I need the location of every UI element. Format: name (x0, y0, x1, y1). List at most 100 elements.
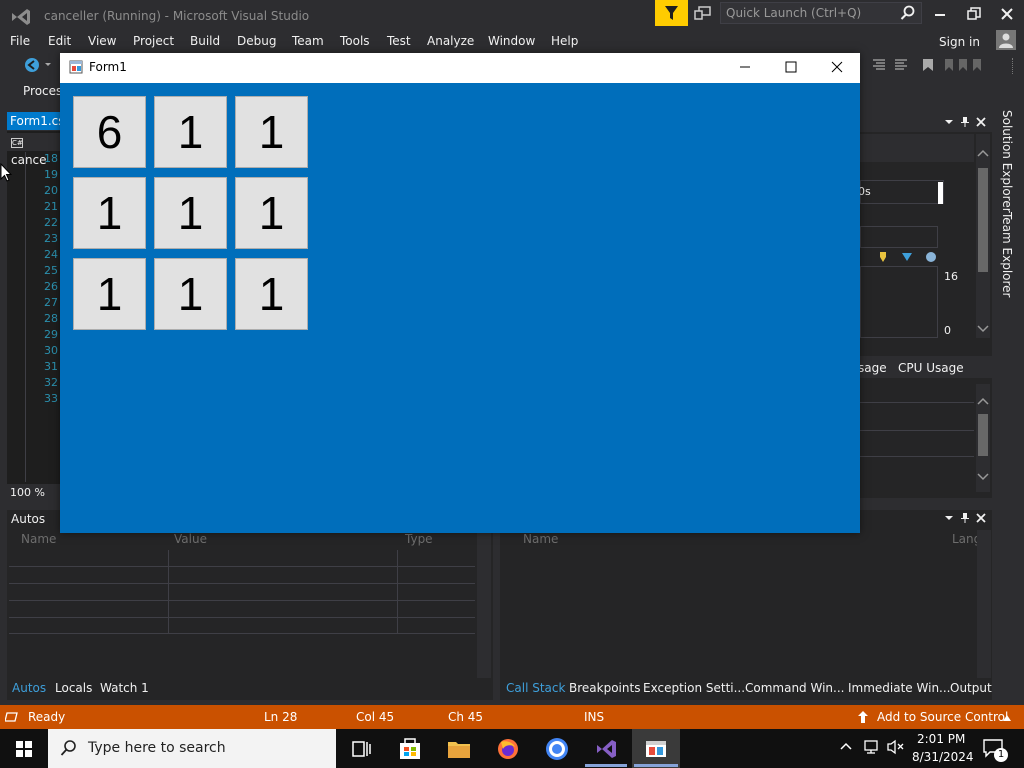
restore-icon[interactable] (966, 6, 982, 22)
type-navigation-dropdown[interactable]: C# cance (7, 133, 61, 167)
back-navigation-icon[interactable] (24, 57, 40, 73)
minimize-icon[interactable] (932, 6, 948, 22)
feedback-icon[interactable] (694, 5, 712, 21)
scroll-up-icon[interactable] (977, 148, 989, 158)
pin-icon[interactable] (959, 512, 971, 524)
visual-studio-icon[interactable] (593, 736, 619, 762)
notifications-filter-button[interactable] (655, 0, 688, 26)
grid-button-9[interactable]: 1 (235, 258, 308, 330)
event-marker-icon[interactable] (878, 251, 888, 263)
grid-button-7[interactable]: 1 (73, 258, 146, 330)
menu-help[interactable]: Help (551, 34, 578, 48)
tab-output[interactable]: Output (950, 681, 992, 695)
bookmark-icon[interactable] (922, 58, 934, 72)
tab-command-window[interactable]: Command Win... (745, 681, 844, 695)
grid-button-1[interactable]: 6 (73, 96, 146, 168)
scroll-down-icon[interactable] (977, 324, 989, 334)
chrome-icon[interactable] (544, 736, 570, 762)
column-name[interactable]: Name (523, 532, 558, 546)
form-close-icon[interactable] (830, 60, 844, 74)
grid-button-2[interactable]: 1 (154, 96, 227, 168)
menu-view[interactable]: View (88, 34, 116, 48)
taskbar-clock-time[interactable]: 2:01 PM (917, 732, 965, 746)
panel-close-icon[interactable] (975, 116, 987, 128)
tab-call-stack[interactable]: Call Stack (506, 681, 565, 695)
menu-project[interactable]: Project (133, 34, 174, 48)
column-value[interactable]: Value (174, 532, 207, 546)
menu-file[interactable]: File (10, 34, 30, 48)
row-divider (9, 600, 475, 601)
line-number: 22 (44, 216, 58, 229)
timeline-marker[interactable] (938, 182, 943, 204)
volume-muted-icon[interactable] (886, 739, 906, 755)
menu-edit[interactable]: Edit (48, 34, 71, 48)
callstack-scrollbar[interactable] (977, 530, 991, 678)
tab-team-explorer[interactable]: Team Explorer (1000, 212, 1014, 298)
panel-close-icon[interactable] (975, 512, 987, 524)
back-dropdown-icon[interactable] (44, 62, 52, 68)
chevron-up-icon[interactable] (1002, 714, 1012, 722)
status-column: Col 45 (356, 710, 395, 724)
menu-tools[interactable]: Tools (340, 34, 370, 48)
form-maximize-icon[interactable] (784, 60, 798, 74)
tab-watch-1[interactable]: Watch 1 (100, 681, 149, 695)
zoom-level[interactable]: 100 % (10, 486, 45, 499)
menu-build[interactable]: Build (190, 34, 220, 48)
document-tab-form1[interactable]: Form1.cs (7, 112, 65, 130)
add-to-source-control-button[interactable]: Add to Source Control (877, 710, 1008, 724)
scroll-down-icon[interactable] (977, 472, 989, 482)
status-bar (0, 705, 1024, 729)
search-icon[interactable] (900, 5, 916, 21)
menu-test[interactable]: Test (387, 34, 411, 48)
snapshot-marker-icon[interactable] (925, 251, 937, 263)
memory-graph (860, 266, 938, 338)
tab-solution-explorer[interactable]: Solution Explorer (1000, 110, 1014, 213)
diag-scroll-thumb[interactable] (978, 168, 988, 272)
close-icon[interactable] (999, 6, 1015, 22)
grid-button-4[interactable]: 1 (73, 177, 146, 249)
menu-window[interactable]: Window (488, 34, 535, 48)
autos-scrollbar[interactable] (477, 530, 491, 678)
align-icon[interactable] (872, 58, 886, 72)
menu-team[interactable]: Team (292, 34, 324, 48)
format-icon[interactable] (894, 58, 908, 72)
tab-memory-usage[interactable]: sage (858, 361, 887, 375)
show-hidden-icons-icon[interactable] (840, 741, 852, 751)
tab-exception-settings[interactable]: Exception Setti... (643, 681, 745, 695)
menu-debug[interactable]: Debug (237, 34, 276, 48)
network-icon[interactable] (862, 739, 880, 755)
timeline-ruler[interactable] (860, 180, 944, 204)
sign-in-link[interactable]: Sign in (939, 35, 980, 49)
form-minimize-icon[interactable] (738, 60, 752, 74)
breakpoint-marker-icon[interactable] (901, 252, 913, 262)
tab-breakpoints[interactable]: Breakpoints (569, 681, 640, 695)
tab-cpu-usage[interactable]: CPU Usage (898, 361, 964, 375)
arrow-up-icon[interactable] (857, 710, 869, 724)
file-explorer-icon[interactable] (446, 736, 472, 762)
tab-autos[interactable]: Autos (12, 681, 46, 695)
grid-button-5[interactable]: 1 (154, 177, 227, 249)
task-view-icon[interactable] (349, 736, 375, 762)
taskbar-clock-date[interactable]: 8/31/2024 (912, 750, 974, 764)
start-button[interactable] (0, 729, 48, 768)
winforms-app-icon[interactable] (643, 736, 669, 762)
diag-list-scroll-thumb[interactable] (978, 414, 988, 456)
scroll-up-icon[interactable] (977, 396, 989, 406)
tab-immediate-window[interactable]: Immediate Win... (848, 681, 951, 695)
pin-icon[interactable] (959, 116, 971, 128)
call-stack-panel (500, 510, 992, 700)
microsoft-store-icon[interactable] (397, 736, 423, 762)
grid-button-8[interactable]: 1 (154, 258, 227, 330)
grid-button-6[interactable]: 1 (235, 177, 308, 249)
bookmark-nav-icon[interactable] (944, 58, 984, 72)
menu-analyze[interactable]: Analyze (427, 34, 474, 48)
account-icon[interactable] (996, 30, 1016, 50)
quick-launch-input[interactable]: Quick Launch (Ctrl+Q) (720, 2, 922, 24)
panel-menu-icon[interactable] (943, 116, 955, 128)
firefox-icon[interactable] (495, 736, 521, 762)
column-type[interactable]: Type (405, 532, 433, 546)
tab-locals[interactable]: Locals (55, 681, 92, 695)
grid-button-3[interactable]: 1 (235, 96, 308, 168)
column-name[interactable]: Name (21, 532, 56, 546)
panel-menu-icon[interactable] (943, 512, 955, 524)
